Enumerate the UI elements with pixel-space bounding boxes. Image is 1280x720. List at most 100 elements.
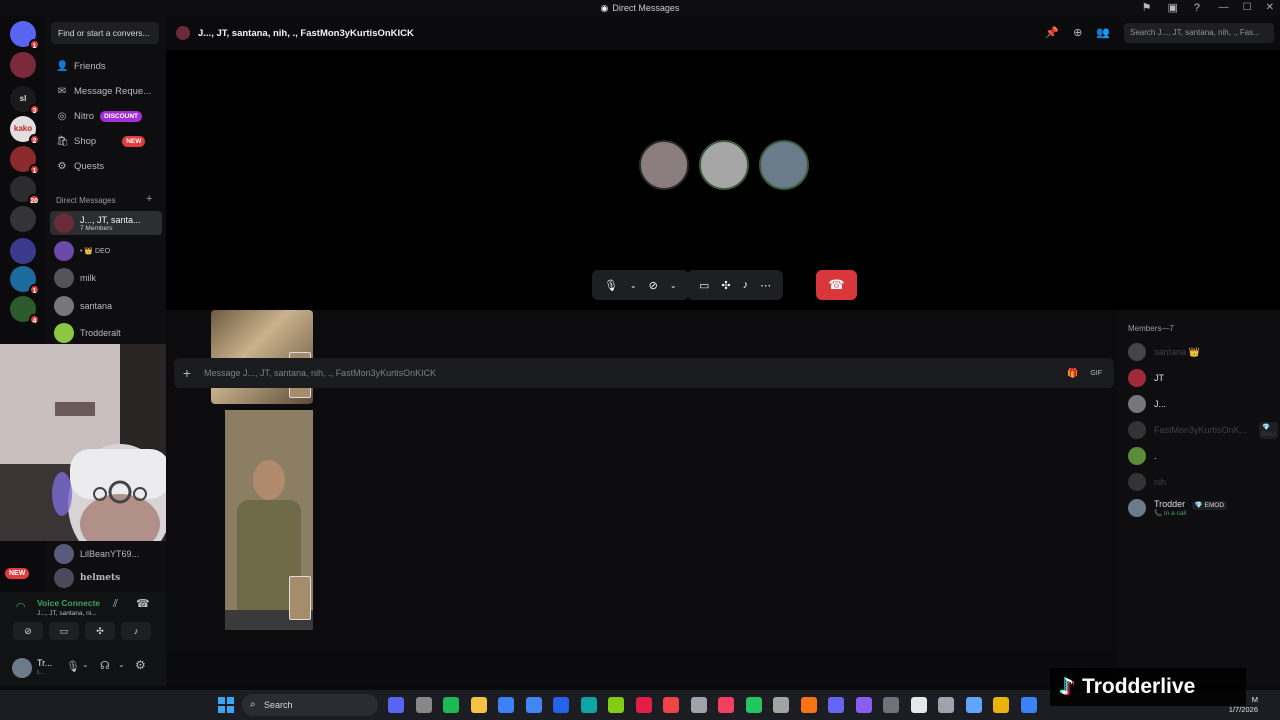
nav-friends[interactable]: 👤 Friends <box>50 55 164 77</box>
help-icon[interactable]: ? <box>1194 0 1200 16</box>
add-attachment-icon[interactable]: + <box>174 365 200 381</box>
taskbar-app-icon[interactable] <box>745 697 762 713</box>
screenshare-icon[interactable]: ▭ <box>699 279 709 292</box>
nav-quests[interactable]: ⚙ Quests <box>50 155 164 177</box>
server-icon-server-8[interactable]: 1 <box>10 266 40 295</box>
member-item[interactable]: santana 👑 <box>1128 340 1278 364</box>
username[interactable]: Tr... <box>37 658 52 668</box>
minimize-button[interactable]: — <box>1219 0 1229 16</box>
taskbar-app-icon[interactable] <box>938 697 954 713</box>
noise-suppression-icon[interactable]: ⫽ <box>113 598 118 611</box>
chevron-down-icon[interactable]: ⌄ <box>670 281 677 290</box>
gift-icon[interactable]: 🎁 <box>1067 368 1078 379</box>
disconnect-icon[interactable]: ☎ <box>136 597 150 610</box>
taskbar-app-icon[interactable] <box>443 697 459 713</box>
microphone-icon[interactable]: 🎙 <box>66 660 80 673</box>
dm-item-group[interactable]: J..., JT, santa... 7 Members <box>50 211 162 235</box>
taskbar-app-icon[interactable] <box>910 697 927 713</box>
activities-button[interactable]: ✣ <box>85 622 115 640</box>
taskbar-app-icon[interactable] <box>388 697 404 713</box>
server-icon-server-kako[interactable]: kako 2 <box>10 116 40 145</box>
taskbar-app-icon[interactable] <box>965 697 982 713</box>
member-item[interactable]: nih <box>1128 470 1278 494</box>
nav-nitro[interactable]: ◎ Nitro DISCOUNT <box>50 105 164 127</box>
dm-item-lilbean[interactable]: LilBeanYT69... <box>50 542 162 566</box>
server-icon-server-6[interactable] <box>10 206 36 232</box>
taskbar-app-icon[interactable] <box>553 697 569 713</box>
activities-icon[interactable]: ✣ <box>721 279 730 292</box>
channel-title[interactable]: J..., JT, santana, nih, ., FastMon3yKurt… <box>198 28 414 39</box>
soundboard-button[interactable]: ♪ <box>121 622 151 640</box>
taskbar-app-icon[interactable] <box>1020 697 1037 713</box>
create-dm-icon[interactable]: + <box>146 193 152 205</box>
taskbar-app-icon[interactable] <box>800 697 817 713</box>
server-icon-server-5[interactable]: 20 <box>10 176 40 205</box>
participant-avatar[interactable] <box>639 140 689 190</box>
nav-message-requests[interactable]: ✉ Message Reque... <box>50 80 164 102</box>
taskbar-app-icon[interactable] <box>415 697 432 713</box>
taskbar-app-icon[interactable] <box>993 697 1009 713</box>
dm-item-helmets[interactable]: helmets <box>50 566 162 590</box>
server-icon-server-4[interactable]: 1 <box>10 146 40 175</box>
screen-icon[interactable]: ▣ <box>1167 0 1177 16</box>
gif-icon[interactable]: GIF <box>1090 370 1102 377</box>
chevron-down-icon[interactable]: ⌄ <box>82 660 89 669</box>
member-item[interactable]: . <box>1128 444 1278 468</box>
taskbar-app-icon[interactable] <box>718 697 734 713</box>
member-item[interactable]: J... <box>1128 392 1278 416</box>
maximize-button[interactable]: ☐ <box>1243 0 1252 16</box>
taskbar-app-icon[interactable] <box>690 697 707 713</box>
taskbar-app-icon[interactable] <box>828 697 844 713</box>
taskbar-app-icon[interactable] <box>580 697 597 713</box>
server-icon-discord-home[interactable]: 1 <box>10 21 40 50</box>
dm-item-milk[interactable]: milk <box>50 266 162 290</box>
hang-up-button[interactable]: ☎ <box>816 270 857 300</box>
server-icon-server-sl[interactable]: sl 3 <box>10 86 40 115</box>
soundboard-icon[interactable]: ♪ <box>743 279 749 291</box>
dm-item-trodderalt[interactable]: Trodderalt <box>50 321 162 345</box>
chevron-down-icon[interactable]: ⌄ <box>118 660 125 669</box>
search-input[interactable]: Search J..., JT, santana, nih, ., Fas... <box>1124 23 1274 43</box>
taskbar-app-icon[interactable] <box>498 697 514 713</box>
message-input[interactable]: Message J..., JT, santana, nih, ., FastM… <box>204 368 436 378</box>
screenshare-button[interactable]: ▭ <box>49 622 79 640</box>
member-item[interactable]: JT <box>1128 366 1278 390</box>
taskbar-app-icon[interactable] <box>773 697 789 713</box>
server-icon-server-1[interactable] <box>10 52 36 78</box>
settings-gear-icon[interactable]: ⚙ <box>135 658 146 672</box>
video-attachment[interactable] <box>211 310 313 404</box>
headphones-icon[interactable]: ☊ <box>100 659 110 672</box>
taskbar-app-icon[interactable] <box>635 697 652 713</box>
microphone-icon[interactable]: 🎙 <box>604 279 618 292</box>
member-item[interactable]: Trodder 💎 EMOD 📞 In a call <box>1128 496 1278 520</box>
chevron-down-icon[interactable]: ⌄ <box>630 281 637 290</box>
camera-off-button[interactable]: ⊘ <box>13 622 43 640</box>
video-attachment[interactable] <box>225 410 313 630</box>
more-options-icon[interactable]: ⋯ <box>760 279 771 292</box>
dm-item-deo[interactable]: • 👑 DEO <box>50 239 162 263</box>
participant-avatar[interactable] <box>759 140 809 190</box>
server-icon-server-spy[interactable] <box>10 238 36 264</box>
taskbar-app-icon[interactable] <box>525 697 542 713</box>
message-composer[interactable]: + Message J..., JT, santana, nih, ., Fas… <box>174 358 1114 388</box>
server-icon-server-9[interactable]: 4 <box>10 296 40 325</box>
dm-item-santana[interactable]: santana <box>50 294 162 318</box>
taskbar-app-icon[interactable] <box>883 697 899 713</box>
avatar[interactable] <box>12 658 32 678</box>
nav-shop[interactable]: 🛍 Shop NEW <box>50 130 164 152</box>
taskbar-app-icon[interactable] <box>663 697 679 713</box>
voice-status[interactable]: Voice Connecte <box>37 598 100 608</box>
taskbar-search[interactable]: ⌕ Search <box>242 694 378 716</box>
taskbar-app-icon[interactable] <box>855 697 872 713</box>
taskbar-app-icon[interactable] <box>470 697 487 713</box>
windows-start-icon[interactable] <box>218 697 234 713</box>
inbox-icon[interactable]: ⚑ <box>1142 0 1152 16</box>
camera-off-icon[interactable]: ⊘ <box>649 279 658 292</box>
pin-icon[interactable]: 📌 <box>1045 26 1059 39</box>
participant-avatar[interactable] <box>699 140 749 190</box>
add-friend-icon[interactable]: ⊕ <box>1073 26 1082 39</box>
members-icon[interactable]: 👥 <box>1096 26 1110 39</box>
find-conversation-input[interactable]: Find or start a convers... <box>51 22 159 44</box>
member-item[interactable]: FastMon3yKurtisOnK... 💎 BAU <box>1128 418 1279 442</box>
taskbar-app-icon[interactable] <box>608 697 624 713</box>
